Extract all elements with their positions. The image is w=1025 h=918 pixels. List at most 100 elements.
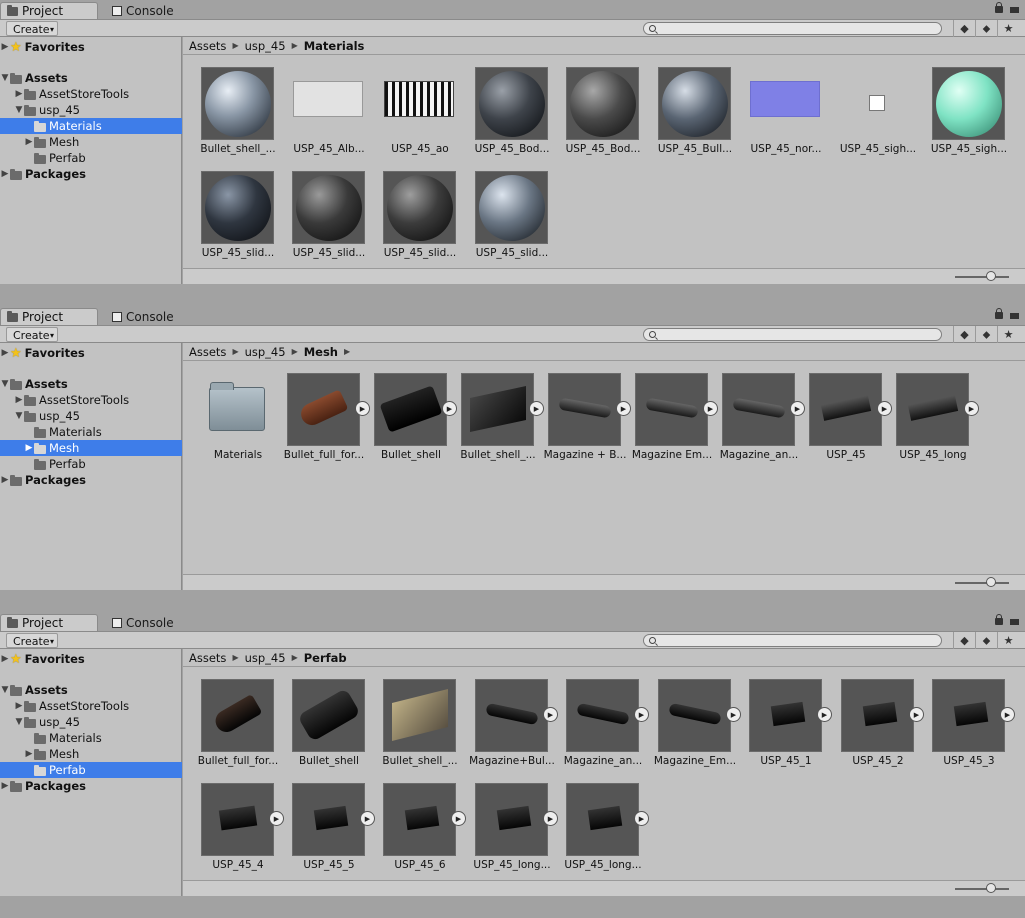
asset-item[interactable]: Bullet_shell [274,668,366,767]
search-input[interactable] [643,634,942,647]
play-icon[interactable]: ▶ [1000,707,1015,722]
asset-item[interactable]: ▶ Bullet_shell [356,362,457,461]
tree-perfab[interactable]: Perfab [0,456,182,472]
tree-mesh[interactable]: ▶ Mesh [0,134,182,150]
expand-arrow-icon[interactable]: ▶ [0,654,10,664]
zoom-slider-track[interactable] [955,888,1009,890]
tree-materials[interactable]: Materials [0,424,182,440]
zoom-slider-track[interactable] [955,276,1009,278]
zoom-slider-thumb[interactable] [986,883,996,893]
breadcrumb-current[interactable]: Perfab [304,651,347,665]
lock-icon[interactable] [995,308,1003,319]
breadcrumb-current[interactable]: Materials [304,39,365,53]
asset-item[interactable]: ▶ USP_45_2 [823,668,924,767]
tree-perfab[interactable]: Perfab [0,762,182,778]
zoom-slider-thumb[interactable] [986,577,996,587]
star-icon[interactable]: ★ [997,632,1019,649]
asset-item[interactable]: USP_45_slid... [183,160,275,259]
tree-usp45[interactable]: ▼ usp_45 [0,714,182,730]
expand-arrow-icon[interactable]: ▶ [14,89,24,99]
tree-mesh[interactable]: ▶ Mesh [0,746,182,762]
breadcrumb-item[interactable]: Assets [189,651,226,665]
tree-usp45[interactable]: ▼ usp_45 [0,102,182,118]
asset-item[interactable]: Bullet_shell_... [183,56,276,155]
filter-by-label-icon[interactable]: ⬥ [975,20,997,37]
expand-arrow-icon[interactable]: ▶ [0,475,10,485]
tree-assets[interactable]: ▼ Assets [0,376,182,392]
tree-packages[interactable]: ▶ Packages [0,472,182,488]
breadcrumb-current[interactable]: Mesh [304,345,338,359]
create-button[interactable]: Create [6,633,58,649]
zoom-slider-thumb[interactable] [986,271,996,281]
asset-item[interactable]: USP_45_sigh... [914,56,1007,155]
collapse-arrow-icon[interactable]: ▼ [0,379,10,389]
asset-item[interactable]: ▶ USP_45_1 [731,668,832,767]
expand-arrow-icon[interactable]: ▶ [24,443,34,453]
asset-item[interactable]: USP_45_slid... [365,160,457,259]
breadcrumb-item[interactable]: Assets [189,345,226,359]
asset-item[interactable]: USP_45_ao [365,56,457,155]
asset-item[interactable]: Materials [183,362,275,461]
play-icon[interactable]: ▶ [634,811,649,826]
asset-item[interactable]: USP_45_Alb... [274,56,366,155]
tree-assetstoretools[interactable]: ▶ AssetStoreTools [0,698,182,714]
collapse-arrow-icon[interactable]: ▼ [0,685,10,695]
search-input[interactable] [643,328,942,341]
menu-icon[interactable] [1010,7,1019,13]
filter-by-type-icon[interactable]: ◆ [953,20,975,37]
tree-assetstoretools[interactable]: ▶ AssetStoreTools [0,86,182,102]
asset-item[interactable]: ▶ Magazine_Em... [640,668,741,767]
asset-item[interactable]: USP_45_Bull... [640,56,732,155]
asset-item[interactable]: ▶ USP_45_4 [183,772,284,871]
tree-materials[interactable]: Materials [0,730,182,746]
asset-item[interactable]: USP_45_Bod... [548,56,640,155]
asset-item[interactable]: ▶ Magazine_an... [548,668,649,767]
asset-item[interactable]: USP_45_Bod... [457,56,549,155]
expand-arrow-icon[interactable]: ▶ [24,749,34,759]
tree-usp45[interactable]: ▼ usp_45 [0,408,182,424]
expand-arrow-icon[interactable]: ▶ [14,395,24,405]
tree-assets[interactable]: ▼ Assets [0,682,182,698]
asset-item[interactable]: ▶ Magazine Em... [617,362,718,461]
breadcrumb-item[interactable]: usp_45 [245,39,286,53]
tree-assetstoretools[interactable]: ▶ AssetStoreTools [0,392,182,408]
asset-item[interactable]: ▶ Magazine + B... [530,362,631,461]
asset-item[interactable]: ▶ USP_45 [791,362,892,461]
expand-arrow-icon[interactable]: ▶ [0,169,10,179]
asset-item[interactable]: ▶ USP_45_long [878,362,979,461]
asset-item[interactable]: ▶ USP_45_5 [274,772,375,871]
tab-console[interactable]: Console [106,308,196,325]
expand-arrow-icon[interactable]: ▶ [0,781,10,791]
breadcrumb-item[interactable]: Assets [189,39,226,53]
asset-item[interactable]: Bullet_full_for... [183,668,278,767]
filter-by-label-icon[interactable]: ⬥ [975,632,997,649]
create-button[interactable]: Create [6,327,58,343]
star-icon[interactable]: ★ [997,20,1019,37]
asset-item[interactable]: Bullet_shell_... [365,668,458,767]
asset-item[interactable]: ▶ USP_45_6 [365,772,466,871]
tree-assets[interactable]: ▼ Assets [0,70,182,86]
asset-item[interactable]: ▶ Bullet_full_for... [269,362,370,461]
collapse-arrow-icon[interactable]: ▼ [14,717,24,727]
asset-item[interactable]: USP_45_slid... [274,160,366,259]
collapse-arrow-icon[interactable]: ▼ [14,105,24,115]
breadcrumb-item[interactable]: usp_45 [245,345,286,359]
tab-console[interactable]: Console [106,2,196,19]
lock-icon[interactable] [995,2,1003,13]
asset-item[interactable]: ▶ USP_45_long... [457,772,558,871]
tree-mesh[interactable]: ▶ Mesh [0,440,182,456]
tab-project[interactable]: Project [0,614,98,631]
expand-arrow-icon[interactable]: ▶ [0,42,10,52]
asset-item[interactable]: ▶ Magazine+Bul... [457,668,558,767]
asset-item[interactable]: ▶ Magazine_an... [704,362,805,461]
asset-item[interactable]: USP_45_slid... [457,160,549,259]
tree-packages[interactable]: ▶ Packages [0,166,182,182]
asset-item[interactable]: USP_45_nor... [731,56,823,155]
tab-project[interactable]: Project [0,308,98,325]
collapse-arrow-icon[interactable]: ▼ [0,73,10,83]
asset-item[interactable]: ▶ USP_45_3 [914,668,1015,767]
menu-icon[interactable] [1010,313,1019,319]
collapse-arrow-icon[interactable]: ▼ [14,411,24,421]
tree-materials[interactable]: Materials [0,118,182,134]
expand-arrow-icon[interactable]: ▶ [0,348,10,358]
